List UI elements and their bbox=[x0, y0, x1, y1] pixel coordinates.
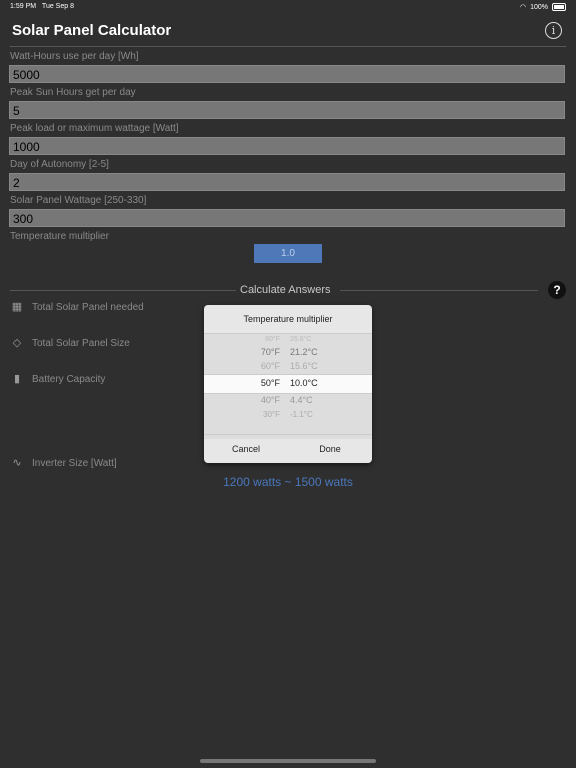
picker-title: Temperature multiplier bbox=[204, 305, 372, 334]
battery-icon: ▮ bbox=[13, 373, 21, 385]
temperature-picker-dialog: Temperature multiplier 80°F 26.6°C 70°F 21… bbox=[204, 305, 372, 463]
status-right: ◠ 100% bbox=[520, 3, 566, 11]
solar-panel-icon: ▦ bbox=[11, 301, 23, 313]
result-label: Total Solar Panel needed bbox=[32, 301, 144, 313]
picker-row-selected[interactable]: 50°F 10.0°C bbox=[204, 378, 372, 388]
peak-load-input[interactable]: 1000 bbox=[9, 137, 565, 155]
temperature-label: Temperature multiplier bbox=[10, 231, 109, 242]
field-label-sun-hours: Peak Sun Hours get per day bbox=[10, 87, 136, 98]
field-label-watt-hours: Watt-Hours use per day [Wh] bbox=[10, 51, 139, 62]
status-time: 1:59 PM Tue Sep 8 bbox=[10, 3, 74, 10]
done-button[interactable]: Done bbox=[288, 435, 372, 463]
calculate-section: Calculate Answers bbox=[10, 284, 538, 296]
wifi-icon: ◠ bbox=[519, 4, 527, 11]
help-button[interactable]: ? bbox=[548, 281, 566, 299]
cancel-button[interactable]: Cancel bbox=[204, 435, 288, 463]
battery-percent: 100% bbox=[530, 3, 548, 11]
temperature-multiplier-button[interactable]: 1.0 bbox=[254, 244, 322, 263]
inverter-icon: ∿ bbox=[12, 457, 22, 469]
calc-divider-left bbox=[10, 290, 236, 291]
field-label-autonomy: Day of Autonomy [2-5] bbox=[10, 159, 109, 170]
picker-buttons: Cancel Done bbox=[204, 434, 372, 463]
header-divider bbox=[10, 46, 566, 47]
panel-wattage-input[interactable]: 300 bbox=[9, 209, 565, 227]
info-icon[interactable]: i bbox=[545, 22, 562, 39]
home-indicator[interactable] bbox=[200, 759, 376, 763]
sun-hours-input[interactable]: 5 bbox=[9, 101, 565, 119]
field-label-panel-wattage: Solar Panel Wattage [250-330] bbox=[10, 195, 147, 206]
picker-row[interactable]: 30°F -1.1°C bbox=[204, 410, 372, 419]
calc-divider-right bbox=[340, 290, 538, 291]
result-inverter: ∿ Inverter Size [Watt] bbox=[10, 457, 117, 469]
temperature-picker[interactable]: 80°F 26.6°C 70°F 21.2°C 60°F 15.6°C 50°F 10.… bbox=[204, 334, 372, 439]
panel-size-icon: ◇ bbox=[12, 337, 22, 349]
watt-hours-input[interactable]: 5000 bbox=[9, 65, 565, 83]
calculate-answers-button[interactable]: Calculate Answers bbox=[240, 284, 331, 296]
picker-row[interactable]: 70°F 21.2°C bbox=[204, 347, 372, 357]
result-label: Inverter Size [Watt] bbox=[32, 457, 117, 469]
battery-icon bbox=[552, 3, 566, 11]
status-bar: 1:59 PM Tue Sep 8 ◠ 100% bbox=[0, 0, 576, 14]
picker-row[interactable]: 40°F 4.4°C bbox=[204, 395, 372, 405]
result-label: Total Solar Panel Size bbox=[32, 337, 130, 349]
result-label: Battery Capacity bbox=[32, 373, 106, 385]
result-battery: ▮ Battery Capacity bbox=[10, 373, 105, 385]
autonomy-input[interactable]: 2 bbox=[9, 173, 565, 191]
picker-row[interactable]: 60°F 15.6°C bbox=[204, 361, 372, 371]
picker-row[interactable]: 80°F 26.6°C bbox=[204, 336, 372, 343]
inverter-value: 1200 watts ~ 1500 watts bbox=[223, 475, 353, 489]
field-label-peak-load: Peak load or maximum wattage [Watt] bbox=[10, 123, 179, 134]
result-panel-size: ◇ Total Solar Panel Size bbox=[10, 337, 130, 349]
page-title: Solar Panel Calculator bbox=[12, 22, 172, 39]
result-solar-panels: ▦ Total Solar Panel needed bbox=[10, 301, 144, 313]
